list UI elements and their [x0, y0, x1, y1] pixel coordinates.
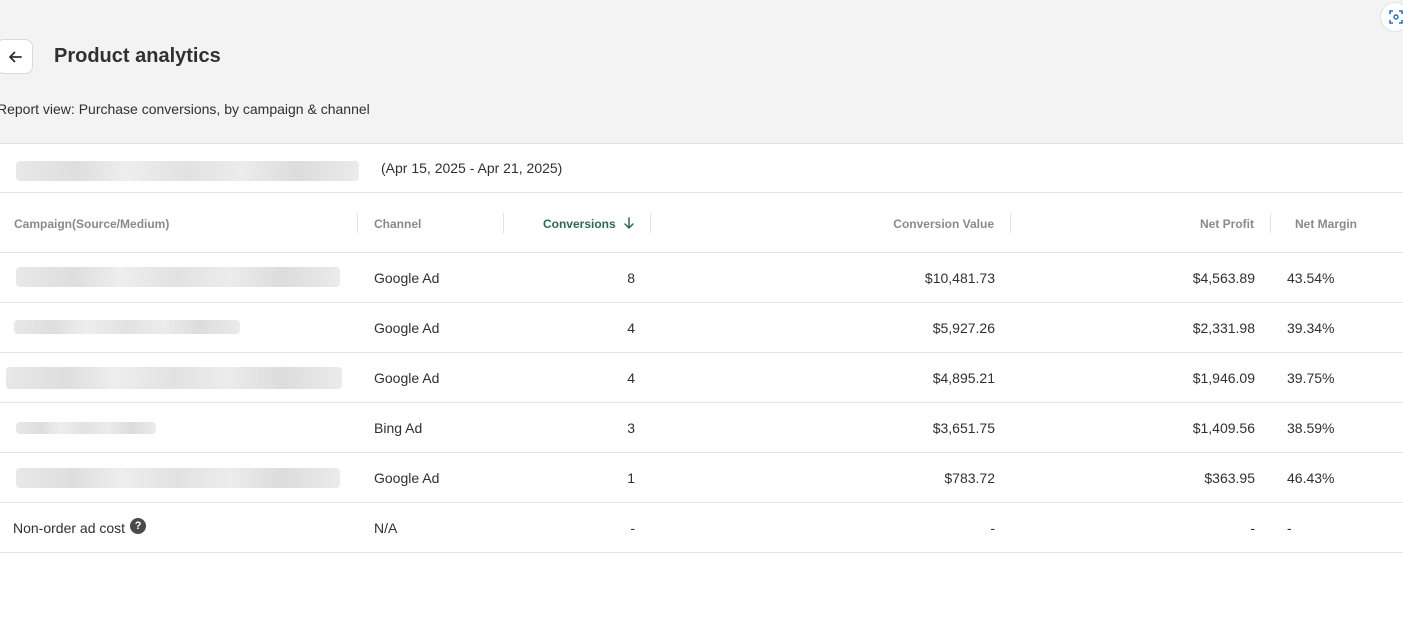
- table-header: Campaign(Source/Medium) Channel Conversi…: [0, 193, 1403, 253]
- back-button[interactable]: [0, 39, 33, 74]
- net-profit-cell: $2,331.98: [1192, 320, 1255, 336]
- arrow-down-icon: [624, 217, 634, 229]
- net-profit-cell: $363.95: [1204, 470, 1255, 486]
- conversions-cell: 3: [627, 420, 635, 436]
- redacted-campaign-name: [6, 367, 342, 389]
- conversions-cell: -: [630, 520, 635, 536]
- column-header-conversion-value[interactable]: Conversion Value: [840, 216, 994, 232]
- conversion-value-cell: $3,651.75: [932, 420, 995, 436]
- column-header-conversions[interactable]: Conversions: [520, 216, 635, 232]
- conversions-cell: 4: [627, 320, 635, 336]
- conversion-value-cell: $783.72: [944, 470, 995, 486]
- column-separator[interactable]: [503, 213, 504, 233]
- column-separator[interactable]: [1270, 213, 1271, 233]
- column-separator[interactable]: [357, 213, 358, 233]
- redacted-campaign-name: [14, 320, 240, 334]
- column-separator[interactable]: [650, 213, 651, 233]
- net-profit-cell: $1,946.09: [1192, 370, 1255, 386]
- channel-cell: Google Ad: [374, 270, 440, 286]
- redacted-campaign-name: [16, 267, 340, 287]
- column-header-net-margin[interactable]: Net Margin: [1295, 216, 1357, 232]
- channel-cell: Google Ad: [374, 370, 440, 386]
- net-margin-cell: 39.75%: [1287, 370, 1335, 386]
- conversion-value-cell: $4,895.21: [932, 370, 995, 386]
- question-circle-icon[interactable]: ?: [130, 518, 147, 534]
- conversions-cell: 1: [627, 470, 635, 486]
- non-order-ad-cost-label: Non-order ad cost: [13, 520, 126, 536]
- column-separator[interactable]: [1010, 213, 1011, 233]
- redacted-filter-value: [16, 161, 359, 181]
- channel-cell: Google Ad: [374, 320, 440, 336]
- table-row[interactable]: Google Ad 4 $4,895.21 $1,946.09 39.75%: [0, 353, 1403, 403]
- net-margin-cell: 38.59%: [1287, 420, 1335, 436]
- redacted-campaign-name: [16, 422, 156, 434]
- page-title: Product analytics: [54, 45, 221, 67]
- filter-row: (Apr 15, 2025 - Apr 21, 2025): [0, 144, 1403, 193]
- channel-cell: Bing Ad: [374, 420, 423, 436]
- net-margin-cell: 39.34%: [1287, 320, 1335, 336]
- column-header-channel[interactable]: Channel: [374, 216, 421, 232]
- conversion-value-cell: $5,927.26: [932, 320, 995, 336]
- channel-cell: Google Ad: [374, 470, 440, 486]
- redacted-campaign-name: [16, 468, 340, 488]
- column-header-net-profit[interactable]: Net Profit: [1154, 216, 1254, 232]
- date-range: (Apr 15, 2025 - Apr 21, 2025): [381, 160, 563, 176]
- net-margin-cell: -: [1287, 520, 1292, 536]
- report-view-label: Report view: Purchase conversions, by ca…: [0, 101, 370, 117]
- campaign-cell: Non-order ad cost?: [13, 518, 147, 536]
- table-row[interactable]: Google Ad 8 $10,481.73 $4,563.89 43.54%: [0, 253, 1403, 303]
- table-row[interactable]: Google Ad 4 $5,927.26 $2,331.98 39.34%: [0, 303, 1403, 353]
- net-margin-cell: 43.54%: [1287, 270, 1335, 286]
- table-row[interactable]: Bing Ad 3 $3,651.75 $1,409.56 38.59%: [0, 403, 1403, 453]
- table-row[interactable]: Google Ad 1 $783.72 $363.95 46.43%: [0, 453, 1403, 503]
- screen-capture-icon: [1389, 10, 1403, 24]
- net-profit-cell: $1,409.56: [1192, 420, 1255, 436]
- net-profit-cell: -: [1250, 520, 1255, 536]
- net-profit-cell: $4,563.89: [1192, 270, 1255, 286]
- screen-capture-button[interactable]: [1380, 2, 1403, 32]
- column-header-conversions-label: Conversions: [542, 217, 616, 231]
- conversion-value-cell: -: [990, 520, 995, 536]
- arrow-left-icon: [8, 51, 22, 62]
- column-header-campaign[interactable]: Campaign(Source/Medium): [14, 216, 169, 232]
- page-header: Product analytics Report view: Purchase …: [0, 0, 1403, 143]
- net-margin-cell: 46.43%: [1287, 470, 1335, 486]
- conversions-cell: 4: [627, 370, 635, 386]
- channel-cell: N/A: [374, 520, 398, 536]
- conversion-value-cell: $10,481.73: [924, 270, 995, 286]
- report-card: (Apr 15, 2025 - Apr 21, 2025) Campaign(S…: [0, 143, 1403, 642]
- non-order-ad-cost-row: Non-order ad cost? N/A - - - -: [0, 503, 1403, 553]
- conversions-cell: 8: [627, 270, 635, 286]
